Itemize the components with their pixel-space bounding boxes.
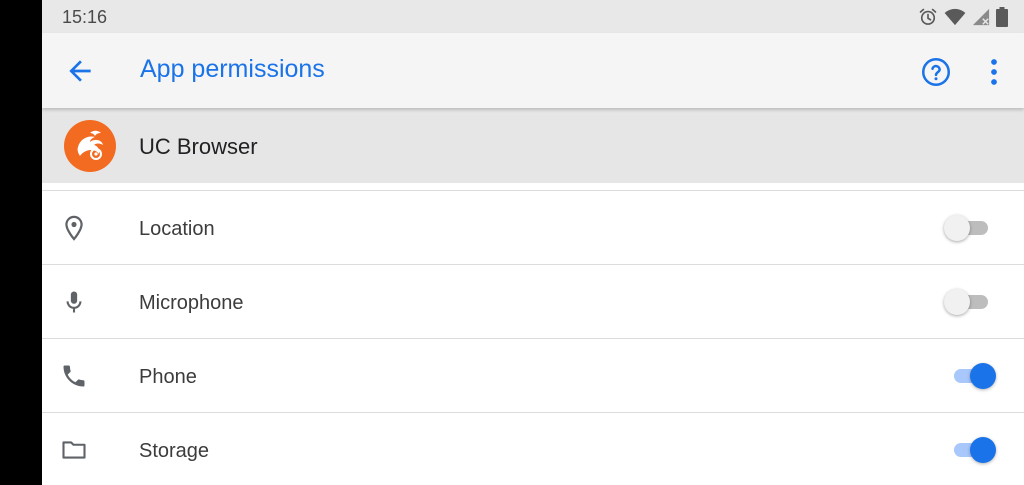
help-icon[interactable]	[921, 57, 951, 87]
microphone-toggle[interactable]	[942, 289, 1000, 315]
location-toggle[interactable]	[942, 215, 1000, 241]
toggle-thumb	[970, 363, 996, 389]
battery-icon	[996, 7, 1008, 27]
status-icons	[918, 7, 1008, 27]
more-vert-icon[interactable]	[986, 57, 1002, 87]
permission-row-storage[interactable]: Storage	[42, 413, 1024, 485]
toggle-thumb	[944, 289, 970, 315]
page-title: App permissions	[140, 55, 325, 83]
permission-label: Storage	[139, 440, 210, 462]
status-bar: 15:16	[42, 0, 1024, 33]
status-time: 15:16	[62, 7, 108, 27]
permission-label: Location	[139, 218, 215, 240]
wifi-icon	[944, 8, 966, 26]
permission-list: Location Microphone Phone Storage	[42, 190, 1024, 485]
permission-label: Phone	[139, 366, 197, 388]
permission-row-phone[interactable]: Phone	[42, 339, 1024, 413]
app-header: UC Browser	[42, 108, 1024, 183]
permission-row-microphone[interactable]: Microphone	[42, 265, 1024, 339]
signal-icon	[972, 8, 990, 26]
arrow-back-icon[interactable]	[64, 55, 96, 87]
uc-browser-logo-icon	[64, 120, 116, 172]
microphone-icon	[66, 291, 82, 313]
permission-label: Microphone	[139, 292, 244, 314]
storage-toggle[interactable]	[942, 437, 1000, 463]
app-name: UC Browser	[139, 134, 258, 159]
folder-icon	[62, 441, 86, 459]
toggle-thumb	[970, 437, 996, 463]
permission-row-location[interactable]: Location	[42, 191, 1024, 265]
toggle-thumb	[944, 215, 970, 241]
settings-screen: 15:16 App permissions UC Browser Locatio…	[42, 0, 1024, 485]
phone-toggle[interactable]	[942, 363, 1000, 389]
app-bar: App permissions	[42, 33, 1024, 108]
phone-icon	[63, 365, 85, 387]
location-pin-icon	[65, 215, 83, 241]
alarm-icon	[919, 8, 937, 25]
